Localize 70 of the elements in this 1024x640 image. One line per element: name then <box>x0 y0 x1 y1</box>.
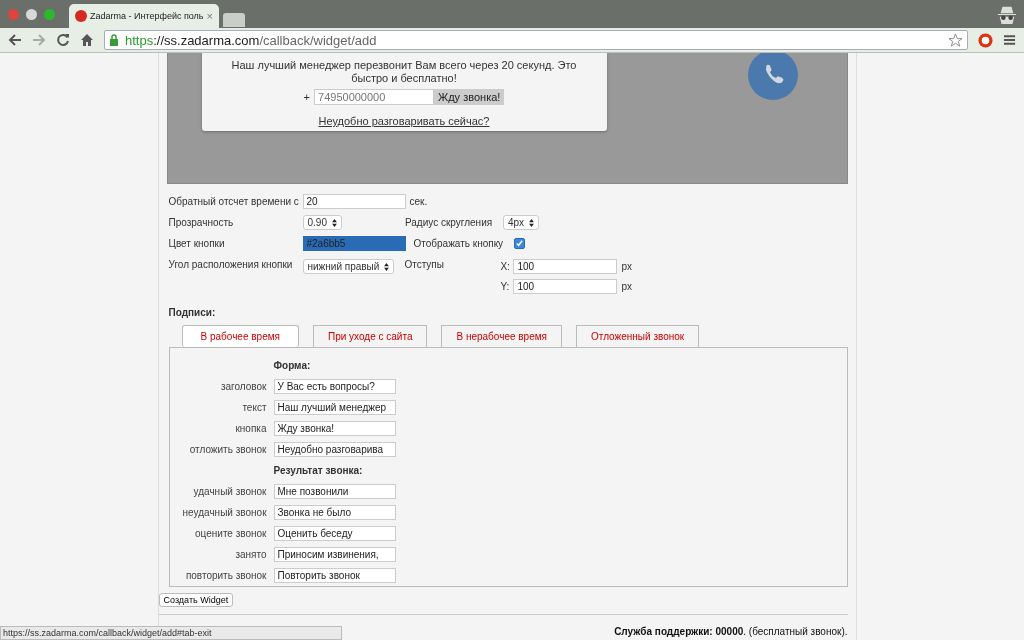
caption-input[interactable]: Неудобно разговарива <box>273 442 396 457</box>
field-label: Прозрачность <box>168 217 235 228</box>
window-controls-icon[interactable] <box>8 8 55 20</box>
caption-input[interactable]: Звонка не было <box>273 505 396 520</box>
home-icon[interactable] <box>80 33 94 47</box>
field-label: повторить звонок <box>184 570 267 581</box>
corner-select[interactable]: нижний правый <box>302 259 395 274</box>
field-label: неудачный звонок <box>181 507 267 518</box>
radius-select[interactable]: 4px <box>502 215 540 230</box>
unit-label: px <box>621 281 632 292</box>
field-label: Цвет кнопки <box>168 238 226 249</box>
popup-text: Наш лучший менеджер перезвонит Вам всего через 20 секунд. Это быстро и бесплатно! <box>230 59 578 85</box>
back-icon[interactable] <box>8 33 22 47</box>
section-title: Подписи: <box>168 307 217 318</box>
dropdown-arrows-icon <box>331 218 337 227</box>
field-label: оцените звонок <box>194 528 267 539</box>
later-link[interactable]: Неудобно разговаривать сейчас? <box>318 115 490 127</box>
y-offset-input[interactable]: 100 <box>513 279 618 294</box>
show-button-checkbox[interactable] <box>513 238 525 249</box>
incognito-icon <box>996 5 1018 25</box>
create-widget-button[interactable]: Создать Widget <box>158 593 234 607</box>
field-label: текст <box>241 402 267 413</box>
opacity-select[interactable]: 0.90 <box>302 215 342 230</box>
tab-title: Zadarma - Интерфейс поль <box>90 11 204 21</box>
field-label: занято <box>234 549 267 560</box>
lock-icon <box>109 34 119 46</box>
caption-input[interactable]: Повторить звонок <box>273 568 396 583</box>
caption-input[interactable]: Приносим извинения, <box>273 547 396 562</box>
stop-sign-icon[interactable] <box>978 32 993 48</box>
axis-label: Y: <box>500 281 511 292</box>
field-label: Угол расположения кнопки <box>168 259 294 270</box>
field-label: Обратный отсчет времени с <box>168 196 300 207</box>
phone-icon[interactable] <box>747 53 798 100</box>
plus-sign: + <box>303 91 311 103</box>
form-heading: Результат звонка: <box>273 465 363 476</box>
call-button[interactable]: Жду звонка! <box>434 89 505 105</box>
caption-tab[interactable]: При уходе с сайта <box>313 325 428 347</box>
unit-label: сек. <box>409 196 428 207</box>
field-label: Радиус скругления <box>404 217 494 228</box>
caption-input[interactable]: Оценить беседу <box>273 526 396 541</box>
field-label: Отображать кнопку <box>413 238 505 249</box>
reload-icon[interactable] <box>56 33 70 47</box>
caption-input[interactable]: У Вас есть вопросы? <box>273 379 396 394</box>
countdown-input[interactable]: 20 <box>302 194 406 209</box>
caption-tab[interactable]: В рабочее время <box>181 325 299 347</box>
dropdown-arrows-icon <box>384 262 390 271</box>
dropdown-arrows-icon <box>529 218 535 227</box>
support-text: Служба поддержки: 00000. (бесплатный звонок). <box>614 626 848 637</box>
star-icon[interactable] <box>948 32 963 48</box>
tab-close-button[interactable]: × <box>206 10 213 22</box>
axis-label: X: <box>500 261 511 272</box>
url-text: https://ss.zadarma.com/callback/widget/add <box>125 32 378 48</box>
browser-tab[interactable]: Zadarma - Интерфейс поль × <box>69 4 219 28</box>
caption-input[interactable]: Жду звонка! <box>273 421 396 436</box>
caption-input[interactable]: Мне позвонили <box>273 484 396 499</box>
menu-icon[interactable] <box>1003 34 1016 46</box>
phone-input[interactable]: 74950000000 <box>314 89 435 105</box>
caption-tab[interactable]: Отложенный звонок <box>576 325 700 347</box>
caption-input[interactable]: Наш лучший менеджер <box>273 400 396 415</box>
field-label: отложить звонок <box>188 444 267 455</box>
caption-tab[interactable]: В нерабочее время <box>441 325 563 347</box>
field-label: удачный звонок <box>192 486 267 497</box>
form-heading: Форма: <box>273 360 311 371</box>
field-label: заголовок <box>219 381 267 392</box>
zadarma-logo-icon <box>75 10 87 22</box>
unit-label: px <box>621 261 632 272</box>
field-label: кнопка <box>234 423 267 434</box>
status-url: https://ss.zadarma.com/callback/widget/add#tab-exit <box>0 626 342 640</box>
address-bar[interactable]: https://ss.zadarma.com/callback/widget/add <box>104 30 968 50</box>
x-offset-input[interactable]: 100 <box>513 259 618 274</box>
